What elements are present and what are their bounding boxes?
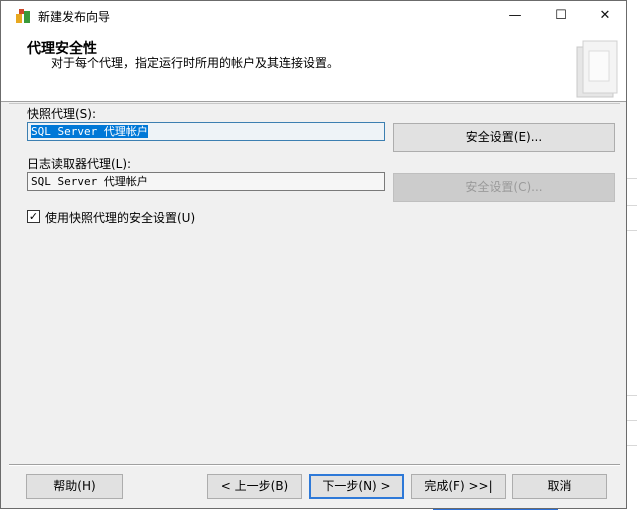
- maximize-button[interactable]: ☐: [538, 1, 584, 31]
- log-reader-agent-account-field[interactable]: SQL Server 代理帐户: [27, 172, 385, 191]
- help-button[interactable]: 帮助(H): [26, 474, 123, 499]
- snapshot-agent-account-field[interactable]: SQL Server 代理帐户: [27, 122, 385, 141]
- log-reader-agent-account-value: SQL Server 代理帐户: [31, 175, 148, 188]
- use-snapshot-security-checkbox[interactable]: ✓: [27, 210, 40, 223]
- back-button[interactable]: < 上一步(B): [207, 474, 302, 499]
- page-subtitle: 对于每个代理，指定运行时所用的帐户及其连接设置。: [51, 56, 340, 70]
- snapshot-agent-account-value: SQL Server 代理帐户: [31, 125, 148, 138]
- wizard-header: 代理安全性 对于每个代理，指定运行时所用的帐户及其连接设置。: [1, 31, 626, 102]
- log-reader-agent-label: 日志读取器代理(L):: [27, 157, 132, 171]
- wizard-graphic-icon: [576, 40, 618, 98]
- close-button[interactable]: ✕: [582, 1, 628, 31]
- minimize-button[interactable]: —: [492, 1, 538, 31]
- footer-divider-highlight: [9, 465, 620, 466]
- snapshot-security-settings-button[interactable]: 安全设置(E)...: [393, 123, 615, 152]
- divider: [9, 103, 620, 104]
- use-snapshot-security-label[interactable]: 使用快照代理的安全设置(U): [45, 209, 195, 226]
- background-window-bottom: [0, 508, 637, 519]
- log-reader-security-settings-button[interactable]: 安全设置(C)...: [393, 173, 615, 202]
- cancel-button[interactable]: 取消: [512, 474, 607, 499]
- app-icon: [16, 9, 30, 23]
- title-bar[interactable]: 新建发布向导 — ☐ ✕: [1, 1, 626, 31]
- next-button[interactable]: 下一步(N) >: [309, 474, 404, 499]
- snapshot-agent-label: 快照代理(S):: [27, 107, 97, 121]
- background-window-edge: [626, 0, 637, 519]
- window-title: 新建发布向导: [38, 10, 111, 24]
- wizard-dialog: 新建发布向导 — ☐ ✕ 代理安全性 对于每个代理，指定运行时所用的帐户及其连接…: [0, 0, 627, 509]
- finish-button[interactable]: 完成(F) >>|: [411, 474, 506, 499]
